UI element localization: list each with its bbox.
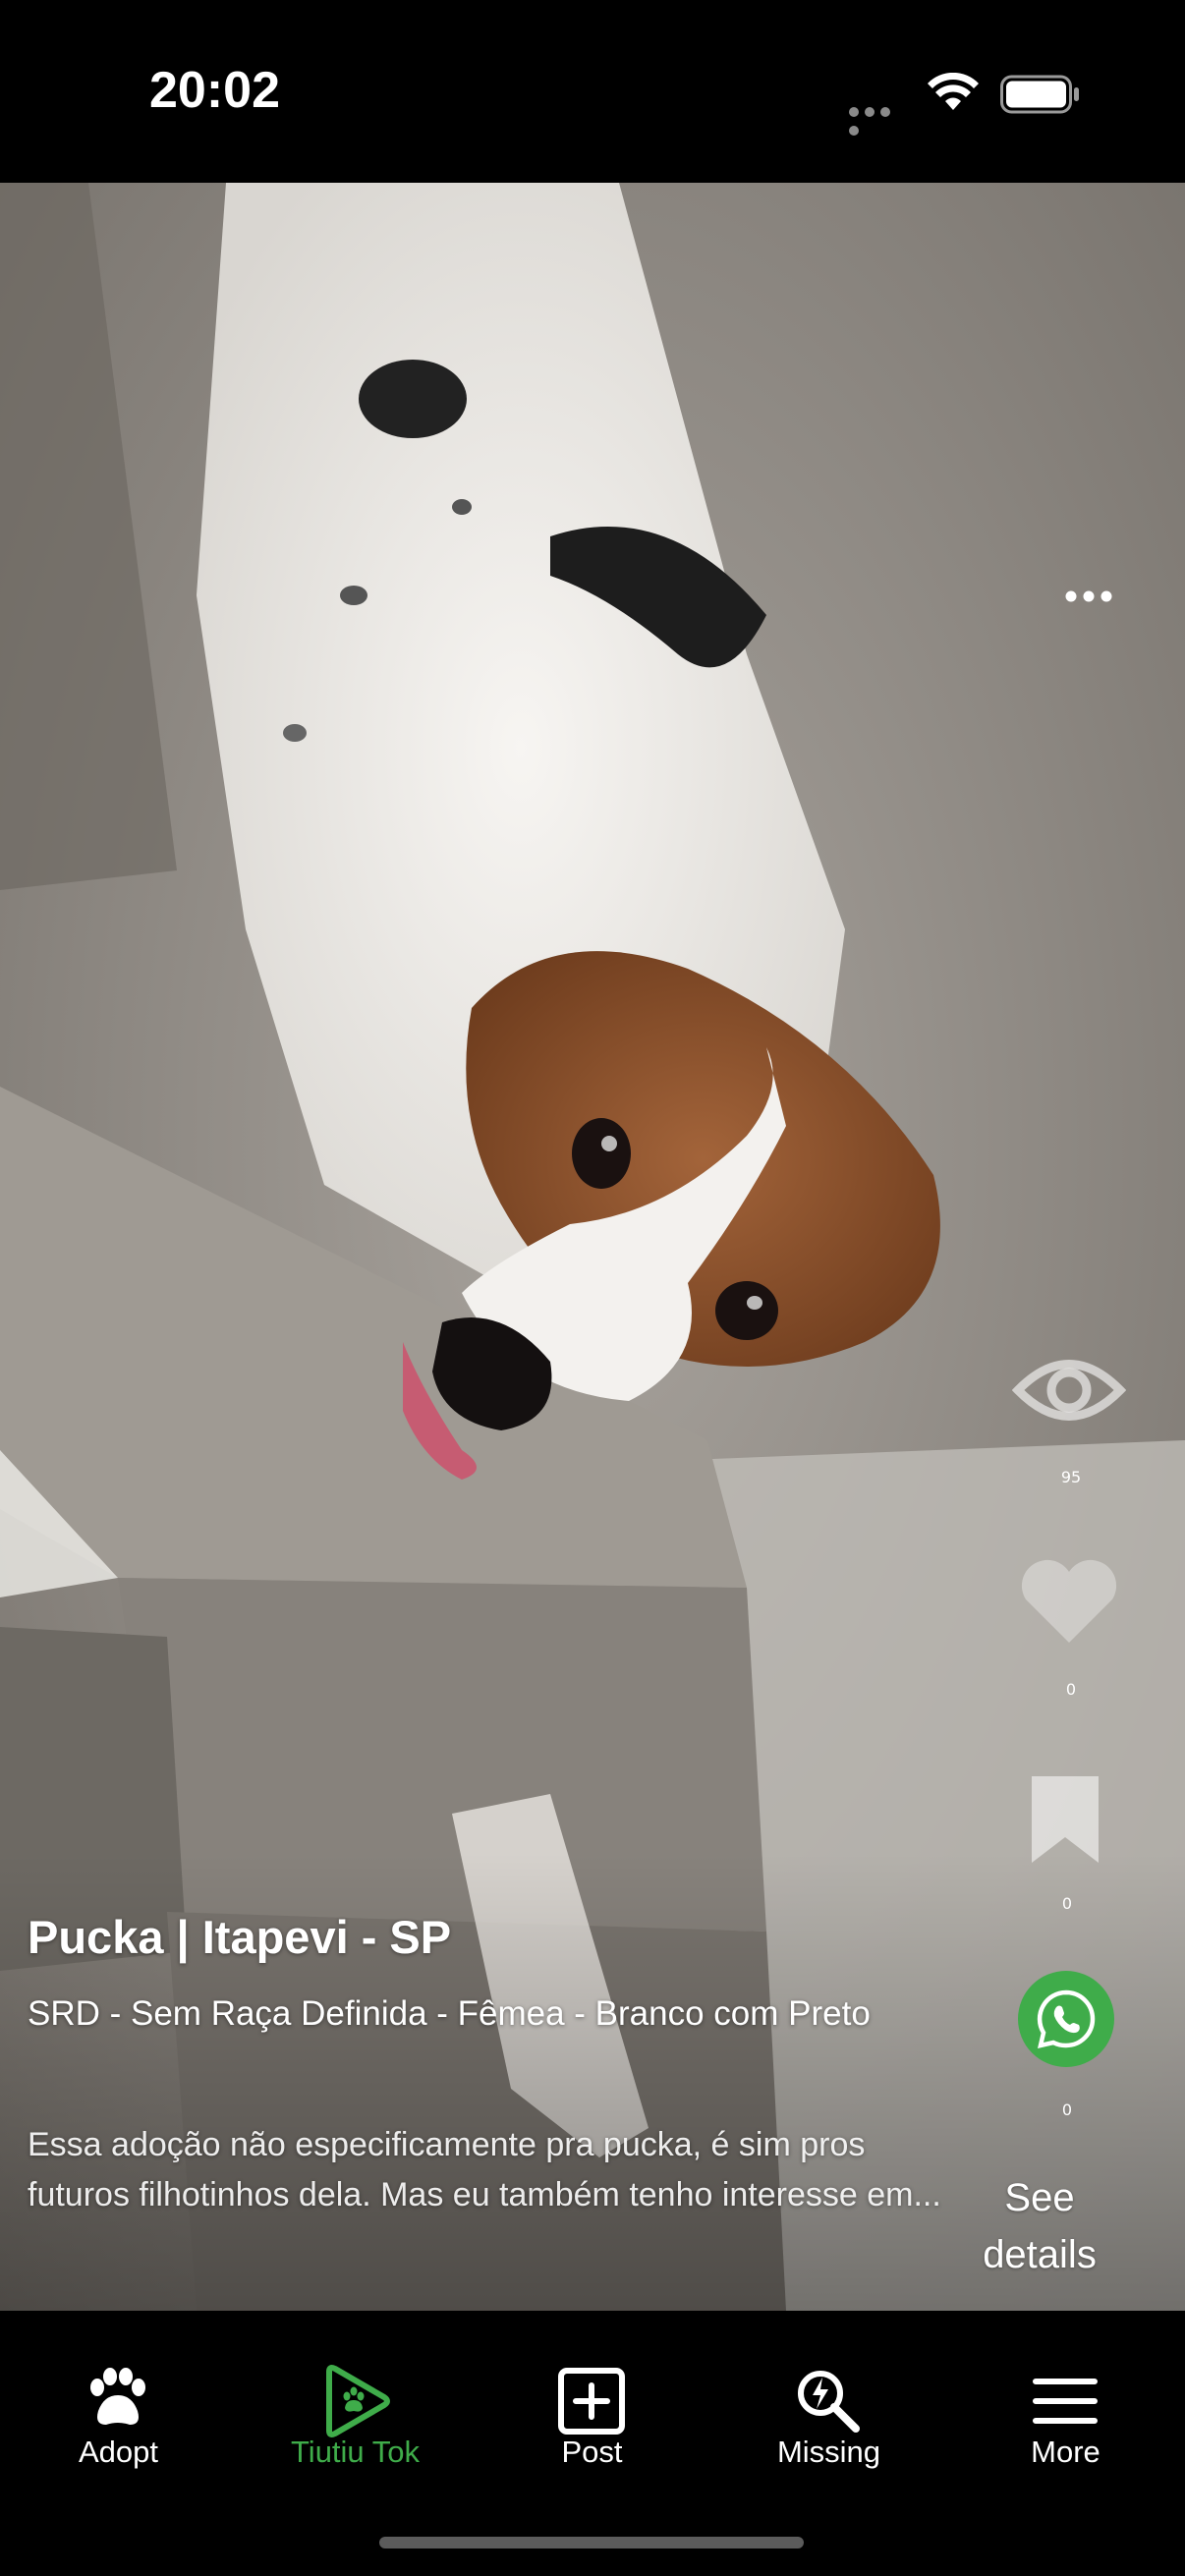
- pet-title[interactable]: Pucka | Itapevi - SP: [28, 1910, 912, 1964]
- search-bolt-icon: [798, 2371, 860, 2433]
- heart-icon[interactable]: [1018, 1558, 1120, 1647]
- tab-more-label: More: [1031, 2435, 1100, 2469]
- status-time: 20:02: [149, 62, 280, 119]
- pet-subtitle: SRD - Sem Raça Definida - Fêmea - Branco…: [28, 1994, 871, 2033]
- saves-count: 0: [1061, 1894, 1073, 1913]
- see-details-button[interactable]: See details: [961, 2169, 1118, 2283]
- tab-more[interactable]: More: [947, 2311, 1184, 2497]
- tab-adopt[interactable]: Adopt: [0, 2311, 237, 2497]
- tab-tiutiu-tok[interactable]: Tiutiu Tok: [237, 2311, 474, 2497]
- tab-missing[interactable]: Missing: [710, 2311, 947, 2497]
- whatsapp-icon: [1037, 1989, 1096, 2049]
- home-indicator: [379, 2537, 804, 2548]
- pet-description[interactable]: Essa adoção não especificamente pra puck…: [28, 2120, 951, 2220]
- play-paw-icon: [326, 2365, 390, 2437]
- eye-icon: [1012, 1360, 1126, 1421]
- tab-post-label: Post: [561, 2435, 623, 2469]
- more-options-icon[interactable]: [1063, 582, 1114, 611]
- whatsapp-count: 0: [1061, 2100, 1073, 2119]
- tab-adopt-label: Adopt: [78, 2435, 158, 2469]
- tab-missing-label: Missing: [776, 2435, 881, 2469]
- cellular-signal-icon: [849, 102, 906, 136]
- battery-icon: [1000, 75, 1079, 114]
- status-bar: 20:02: [0, 0, 1185, 183]
- likes-count: 0: [1065, 1680, 1077, 1699]
- tiutiu-tok-screen: 20:02 95 0 0 0 See details Pucka | Itape…: [0, 0, 1185, 2576]
- paw-icon: [90, 2368, 145, 2425]
- whatsapp-button[interactable]: [1018, 1971, 1114, 2067]
- menu-icon: [1033, 2379, 1098, 2424]
- bookmark-icon[interactable]: [1028, 1772, 1102, 1867]
- wifi-icon: [928, 73, 979, 110]
- views-count: 95: [1060, 1468, 1082, 1486]
- tab-tiutiu-tok-label: Tiutiu Tok: [291, 2435, 420, 2469]
- tab-post[interactable]: Post: [474, 2311, 710, 2497]
- plus-square-icon: [558, 2368, 625, 2435]
